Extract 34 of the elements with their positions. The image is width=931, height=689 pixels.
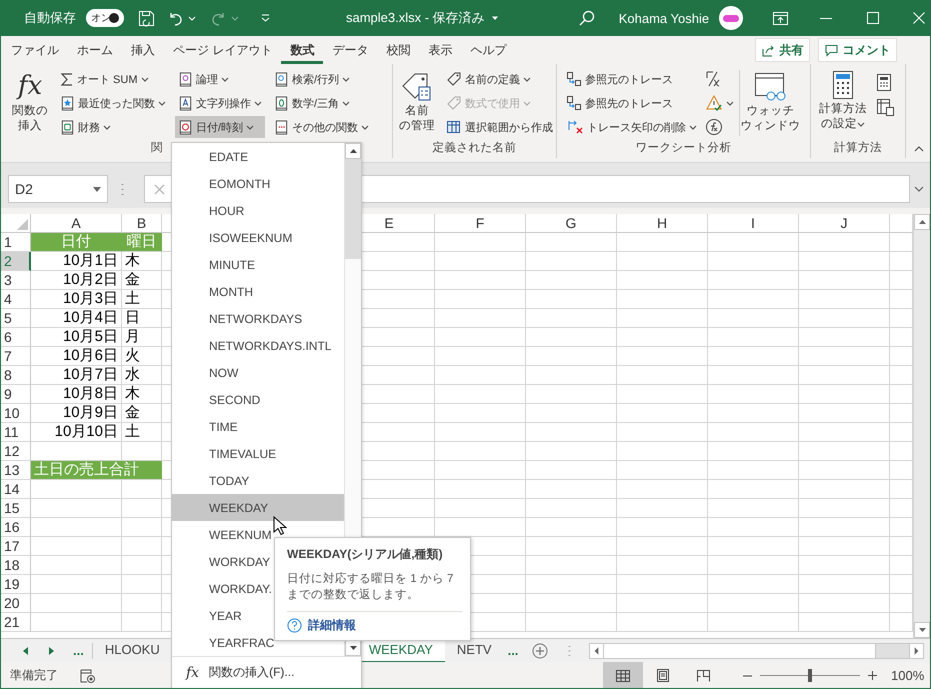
- table-cell: 10月3日: [31, 290, 122, 309]
- table-cell: 10月4日: [31, 309, 122, 328]
- table-cell: 水: [122, 366, 162, 385]
- table-cell: 10月7日: [31, 366, 122, 385]
- function-icon: fx: [186, 664, 200, 680]
- table-cell: 土: [122, 423, 162, 442]
- table-cell: 日付: [31, 233, 122, 252]
- group-label: 定義された名前: [432, 140, 518, 156]
- tooltip-description: 日付に対応する曜日を 1 から 7 までの整数で返します。: [287, 571, 462, 612]
- autosave-label: 自動保存: [24, 9, 76, 27]
- table-cell: 月: [122, 328, 162, 347]
- table-cell: 10月10日: [31, 423, 122, 442]
- table-cell: 10月2日: [31, 271, 122, 290]
- group-label: 計算方法: [833, 140, 883, 156]
- tooltip-title: WEEKDAY(シリアル値,種類): [287, 546, 444, 563]
- table-cell: 木: [122, 385, 162, 404]
- cell-reference: D2: [15, 181, 33, 197]
- status-text: 準備完了: [10, 667, 58, 684]
- table-cell: 金: [122, 404, 162, 423]
- table-cell: 日: [122, 309, 162, 328]
- group-label: ワークシート分析: [634, 140, 732, 156]
- table-cell: 火: [122, 347, 162, 366]
- table-cell: 10月9日: [31, 404, 122, 423]
- table-cell: 10月8日: [31, 385, 122, 404]
- function-icon: fx: [18, 70, 42, 102]
- table-cell: 10月1日: [31, 252, 122, 271]
- table-cell: 10月6日: [31, 347, 122, 366]
- group-label: 関: [151, 141, 163, 156]
- table-cell: 土日の売上合計: [31, 461, 162, 480]
- table-cell: 10月5日: [31, 328, 122, 347]
- table-cell: 木: [122, 252, 162, 271]
- table-cell: 土: [122, 290, 162, 309]
- table-cell: 曜日: [122, 233, 162, 252]
- table-cell: 金: [122, 271, 162, 290]
